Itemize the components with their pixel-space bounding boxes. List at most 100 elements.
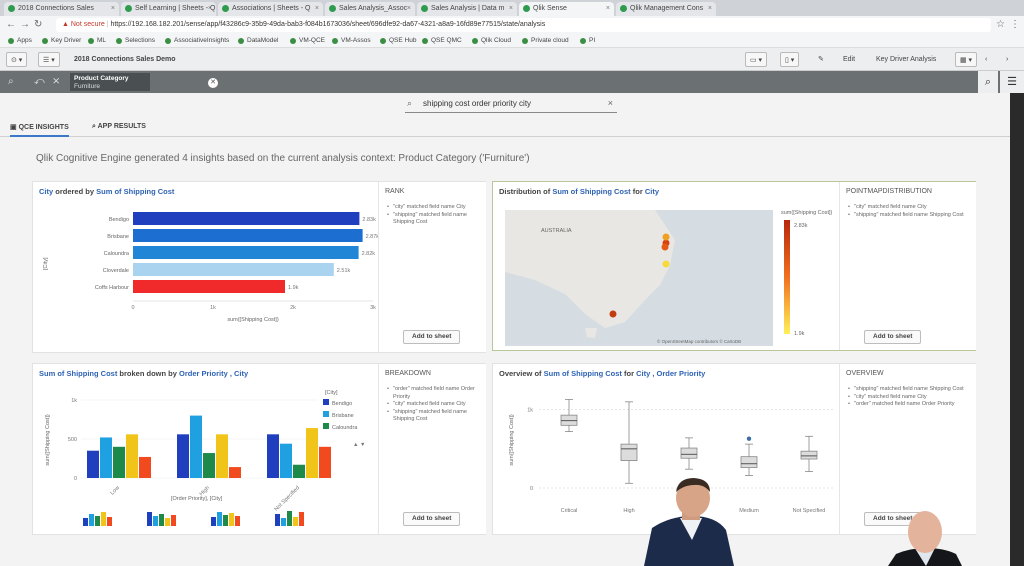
menu-icon[interactable]: ☰ [1000, 71, 1024, 93]
x-tick-label: 0 [131, 305, 134, 311]
sheet-menu-icon[interactable]: ▦ ▾ [955, 52, 978, 67]
browser-tab-active[interactable]: Qlik Sense × [519, 2, 614, 16]
bookmark-item[interactable]: Key Driver [42, 36, 81, 46]
browser-tab[interactable]: Qlik Management Cons × [616, 2, 716, 16]
insight-type-label: OVERVIEW [846, 370, 884, 377]
browser-tab[interactable]: Sales Analysis | Data m × [417, 2, 517, 16]
title-measure: Sum of Shipping Cost [552, 187, 631, 196]
browser-tab[interactable]: Sales Analysis_Assoc × [325, 2, 415, 16]
bar-brisbane [190, 415, 202, 478]
back-icon[interactable]: ← [6, 19, 16, 30]
clear-search-icon[interactable]: × [608, 98, 613, 108]
clear-selection-icon[interactable]: ✕ [208, 78, 218, 88]
tab-qce-insights[interactable]: ▣ QCE INSIGHTS [10, 123, 69, 137]
y-tick-label: 1k [527, 408, 533, 414]
category-label: Coffs Harbour [95, 285, 129, 291]
map-point[interactable] [662, 260, 670, 268]
close-tab-icon[interactable]: × [708, 2, 712, 16]
story-dropdown-icon[interactable]: ▯ ▾ [780, 52, 800, 67]
bookmark-item[interactable]: PI [580, 36, 595, 46]
bookmark-item[interactable]: VM-QCE [290, 36, 325, 46]
legend-title: [City] [325, 390, 338, 396]
bar-bendigo [87, 450, 99, 478]
browser-tab-strip: 2018 Connections Sales × Self Learning | … [0, 0, 1024, 16]
url-field[interactable]: ▲ Not secure | https://192.168.182.201/s… [56, 18, 991, 32]
browser-tab[interactable]: Self Learning | Sheets - Q × [121, 2, 216, 16]
menu-icon[interactable]: ⋮ [1010, 19, 1020, 30]
forward-icon[interactable]: → [20, 19, 30, 30]
browser-tab[interactable]: Associations | Sheets - Q × [218, 2, 323, 16]
bar-value-label: 2.87k [366, 234, 378, 240]
card-title: Distribution of Sum of Shipping Cost for… [499, 187, 659, 196]
close-tab-icon[interactable]: × [509, 2, 513, 16]
smart-search-icon[interactable]: ⌕ [8, 76, 14, 87]
map-country-label: AUSTRALIA [541, 228, 572, 234]
mini-bar [107, 517, 112, 526]
close-tab-icon[interactable]: × [315, 2, 319, 16]
title-measure: Sum of Shipping Cost [39, 369, 118, 378]
insight-note: "order" matched field name Order Priorit… [387, 386, 486, 401]
bookmark-item[interactable]: QSE Hub [380, 36, 416, 46]
y-tick-label: 0 [530, 486, 533, 492]
tab-label: Associations | Sheets - Q [232, 5, 311, 12]
step-back-icon[interactable]: ⤺ [34, 76, 45, 87]
insight-notes: "order" matched field name Order Priorit… [387, 386, 486, 424]
next-sheet-icon[interactable]: › [1006, 52, 1008, 67]
bar-bendigo [133, 212, 360, 225]
map-point[interactable] [662, 233, 670, 241]
global-menu-icon[interactable]: ☰ ▾ [38, 52, 60, 67]
add-to-sheet-button[interactable]: Add to sheet [864, 330, 922, 344]
add-to-sheet-button[interactable]: Add to sheet [403, 330, 461, 344]
browser-tab[interactable]: 2018 Connections Sales × [4, 2, 119, 16]
close-tab-icon[interactable]: × [606, 2, 610, 16]
map-point[interactable] [661, 243, 669, 251]
search-icon[interactable]: ⌕ [978, 71, 998, 93]
bookmark-item[interactable]: QSE QMC [422, 36, 462, 46]
tab-label: Sales Analysis_Assoc [339, 5, 408, 12]
bookmark-item[interactable]: AssociativeInsights [165, 36, 229, 46]
qlik-toolbar: ⊙ ▾ ☰ ▾ 2018 Connections Sales Demo ▭ ▾ … [0, 48, 1024, 71]
insights-icon: ▣ [10, 124, 19, 131]
add-to-sheet-button[interactable]: Add to sheet [403, 512, 461, 526]
bookmark-item[interactable]: Private cloud [522, 36, 569, 46]
url-path: https://192.168.182.201/sense/app/f43286… [110, 21, 546, 28]
insight-search-box[interactable]: ⌕ shipping cost order priority city × [405, 97, 617, 113]
bookmark-item[interactable]: ML [88, 36, 106, 46]
insight-note: "shipping" matched field name Shipping C… [848, 212, 964, 220]
title-dimension: Order Priority , City [179, 369, 249, 378]
bookmark-item[interactable]: Apps [8, 36, 32, 46]
previous-sheet-icon[interactable]: ‹ [985, 52, 987, 67]
bar-bendigo [267, 434, 279, 478]
title-connector: for [630, 187, 645, 196]
bar-coffs-harbour [139, 456, 151, 478]
point-map[interactable]: AUSTRALIA © OpenStreetMap contributors ©… [505, 210, 840, 350]
navigation-icon[interactable]: ⊙ ▾ [6, 52, 28, 67]
bookmark-dropdown-icon[interactable]: ▭ ▾ [745, 52, 768, 67]
bookmark-item[interactable]: DataModel [238, 36, 278, 46]
title-measure: Sum of Shipping Cost [543, 369, 622, 378]
edit-button[interactable]: Edit [843, 52, 855, 67]
rank-bar-chart: [City] Bendigo 2.83k Brisbane 2.87k Caloundra… [43, 212, 378, 323]
sheet-name[interactable]: Key Driver Analysis [876, 52, 936, 67]
close-tab-icon[interactable]: × [407, 2, 411, 16]
bookmark-item[interactable]: Selections [116, 36, 155, 46]
close-tab-icon[interactable]: × [208, 2, 212, 16]
star-icon[interactable]: ☆ [996, 19, 1005, 30]
qlik-favicon-icon [421, 5, 428, 12]
tab-label: QCE INSIGHTS [18, 124, 69, 131]
bookmark-item[interactable]: VM-Assos [332, 36, 371, 46]
selection-chip[interactable]: Product Category Furniture ✕ [70, 73, 218, 91]
card-title: Overview of Sum of Shipping Cost for Cit… [499, 369, 705, 378]
search-input[interactable]: shipping cost order priority city [423, 99, 531, 108]
map-point[interactable] [609, 310, 617, 318]
mini-bar [165, 518, 170, 526]
category-label: Cloverdale [103, 268, 129, 274]
clear-all-icon[interactable]: ⨯ [52, 76, 60, 87]
close-tab-icon[interactable]: × [111, 2, 115, 16]
bookmark-item[interactable]: Qlik Cloud [472, 36, 511, 46]
bar-value-label: 2.83k [362, 217, 376, 223]
reload-icon[interactable]: ↻ [34, 19, 42, 30]
category-label: Bendigo [109, 217, 129, 223]
tab-app-results[interactable]: ⌕ APP RESULTS [92, 123, 146, 131]
tab-label: Qlik Sense [533, 5, 567, 12]
